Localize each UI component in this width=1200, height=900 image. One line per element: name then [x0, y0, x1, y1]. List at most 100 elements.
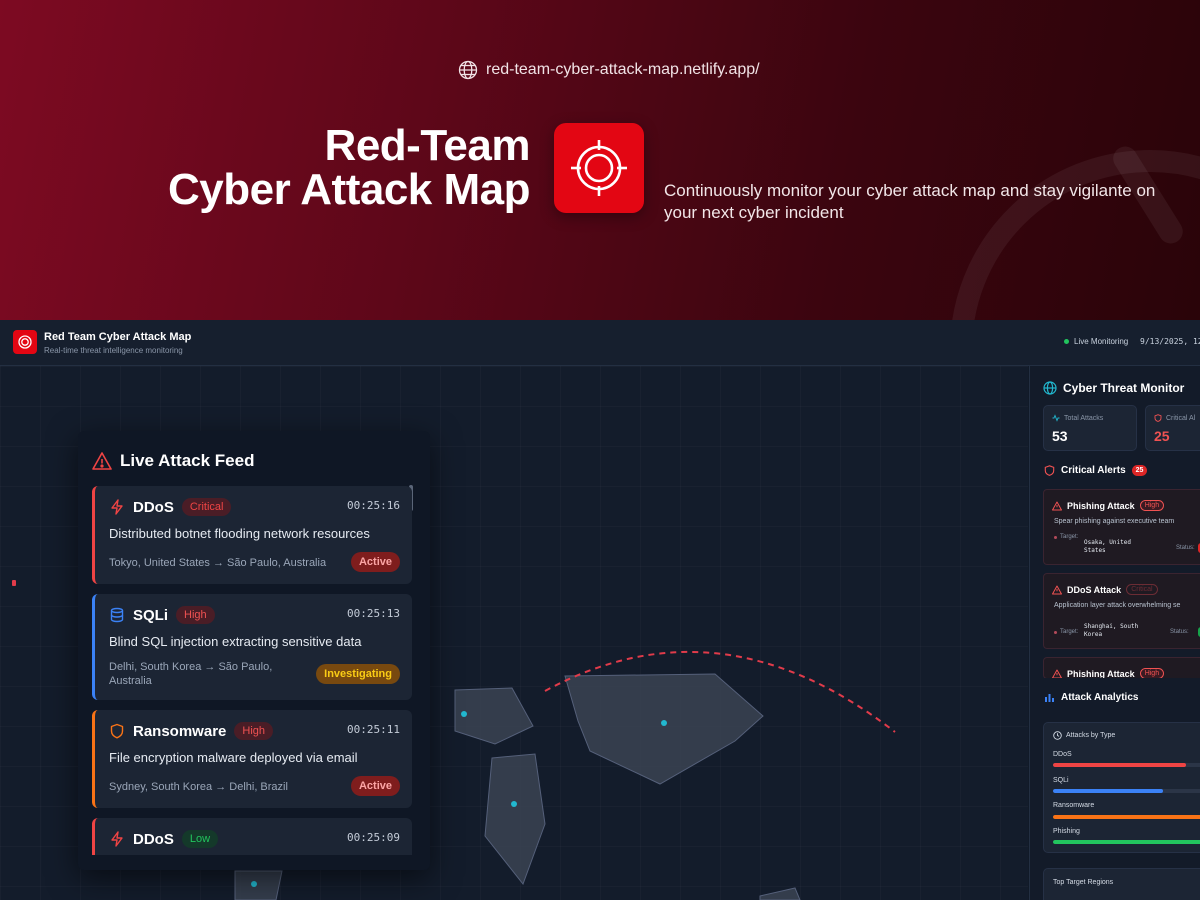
critical-alerts-title: Critical Alerts [1061, 465, 1126, 476]
map-node[interactable] [461, 711, 467, 717]
map-node[interactable] [251, 881, 257, 887]
severity-badge: Low [181, 830, 219, 848]
attacks-by-type-title: Attacks by Type [1066, 732, 1116, 739]
shield-icon [110, 723, 124, 739]
target-dot-icon [1054, 630, 1057, 634]
live-monitoring-indicator: Live Monitoring [1064, 337, 1128, 346]
type-bar-fill [1053, 763, 1186, 767]
total-attacks-text: Total Attacks [1064, 414, 1104, 422]
type-bar-fill [1053, 789, 1164, 793]
type-label: SQLi [1053, 777, 1069, 784]
status-badge: Active [350, 776, 400, 796]
bar-chart-icon [1045, 694, 1054, 702]
attack-type-label: SQLi [133, 606, 169, 624]
globe-icon [458, 60, 478, 80]
shield-icon [1154, 414, 1162, 422]
critical-alerts-card: Critical Al 25 [1145, 405, 1200, 451]
type-bar-track [1053, 840, 1200, 844]
status-badge: Active [350, 552, 400, 572]
landmass-asia [564, 673, 764, 785]
alert-title-row: DDoS Attack Critical [1052, 584, 1158, 595]
attack-route: Delhi, South Korea → São Paulo, Australi… [109, 661, 273, 687]
analytics-title: Attack Analytics [1061, 692, 1139, 703]
lightning-icon [111, 831, 123, 847]
clock-icon [1053, 731, 1062, 740]
attack-card[interactable]: DDoS Critical 00:25:16 Distributed botne… [92, 486, 412, 584]
app-logo[interactable] [13, 330, 37, 354]
alert-card[interactable]: Phishing Attack High Spear phishing agai… [1043, 489, 1200, 565]
lightning-icon [111, 499, 123, 515]
monitor-title-label: Cyber Threat Monitor [1063, 381, 1185, 395]
target-icon [18, 335, 32, 349]
type-bar-fill [1053, 840, 1200, 844]
critical-alerts-header: Critical Alerts 25 [1044, 465, 1148, 476]
landmass-south [234, 870, 283, 900]
analytics-header: Attack Analytics [1044, 692, 1138, 703]
alert-title: Phishing Attack [1067, 668, 1135, 679]
attacks-by-type-header: Attacks by Type [1053, 731, 1115, 740]
alert-description: Application layer attack overwhelming se [1054, 602, 1181, 609]
feed-header: Live Attack Feed [92, 451, 254, 471]
alert-card[interactable]: DDoS Attack Critical Application layer a… [1043, 573, 1200, 649]
hero-banner: red-team-cyber-attack-map.netlify.app/ R… [0, 0, 1200, 320]
total-attacks-value: 53 [1052, 428, 1068, 444]
severity-badge: High [176, 606, 215, 624]
target-dot-icon [1054, 535, 1057, 539]
total-attacks-card: Total Attacks 53 [1043, 405, 1137, 451]
attack-type-label: Ransomware [133, 722, 227, 740]
shield-icon [1044, 465, 1055, 476]
alert-severity: Critical [1126, 584, 1158, 595]
hero-tagline: Continuously monitor your cyber attack m… [664, 181, 1156, 222]
alert-target-label: Target: [1054, 629, 1078, 635]
alert-card[interactable]: Phishing Attack High [1043, 657, 1200, 679]
map-edge-marker [12, 580, 16, 586]
status-badge: Investigating [316, 664, 400, 684]
landmass-africa [484, 753, 546, 886]
type-label: Ransomware [1053, 802, 1095, 809]
attack-card[interactable]: DDoS Low 00:25:09 [92, 818, 412, 855]
app-subtitle: Real-time threat intelligence monitoring [44, 346, 183, 355]
attack-type: Ransomware High [109, 722, 273, 740]
severity-badge: High [234, 722, 273, 740]
critical-alerts-label: Critical Al [1154, 414, 1195, 422]
type-bar-fill [1053, 815, 1200, 819]
landmass-oceania [759, 887, 801, 900]
severity-badge: Critical [181, 498, 232, 516]
alert-title: Phishing Attack [1067, 500, 1135, 511]
type-bar-track [1053, 815, 1200, 819]
app-header: Red Team Cyber Attack Map Real-time thre… [0, 320, 1200, 366]
target-label-text: Target: [1060, 534, 1079, 540]
alert-status-label: Status: [1170, 629, 1189, 635]
alert-target: Osaka, United States [1084, 539, 1131, 554]
attack-type: DDoS Low [109, 830, 219, 848]
attack-description: Distributed botnet flooding network reso… [109, 526, 370, 541]
hero-title-line2: Cyber Attack Map [167, 165, 531, 214]
type-bar-track [1053, 789, 1200, 793]
hero-title-line1: Red-Team [324, 121, 531, 170]
attack-card[interactable]: Ransomware High 00:25:11 File encryption… [92, 710, 412, 808]
attack-time: 00:25:11 [347, 723, 400, 736]
attack-card[interactable]: SQLi High 00:25:13 Blind SQL injection e… [92, 594, 412, 700]
attack-time: 00:25:09 [347, 831, 400, 844]
crosshair-logo [554, 123, 644, 213]
type-bar-track [1053, 763, 1200, 767]
alert-title-row: Phishing Attack High [1052, 500, 1165, 511]
alert-status-label: Status: [1176, 545, 1195, 551]
map-node[interactable] [511, 801, 517, 807]
alert-target-label: Target: [1054, 534, 1078, 540]
site-url[interactable]: red-team-cyber-attack-map.netlify.app/ [458, 60, 760, 80]
critical-alerts-text: Critical Al [1166, 414, 1196, 422]
alert-description: Spear phishing against executive team [1054, 518, 1175, 525]
map-node[interactable] [661, 720, 667, 726]
globe-icon [1043, 381, 1057, 395]
attack-type: DDoS Critical [109, 498, 232, 516]
warning-icon [1052, 501, 1062, 510]
attack-route: Tokyo, United States → São Paulo, Austra… [109, 557, 327, 569]
attack-type-label: DDoS [133, 498, 174, 516]
alert-title: DDoS Attack [1067, 584, 1122, 595]
target-label-text: Target: [1060, 629, 1079, 635]
crosshair-icon [571, 140, 627, 196]
database-icon [110, 607, 124, 623]
hero-title: Red-Team Cyber Attack Map [167, 121, 531, 214]
type-label: Phishing [1053, 828, 1080, 835]
